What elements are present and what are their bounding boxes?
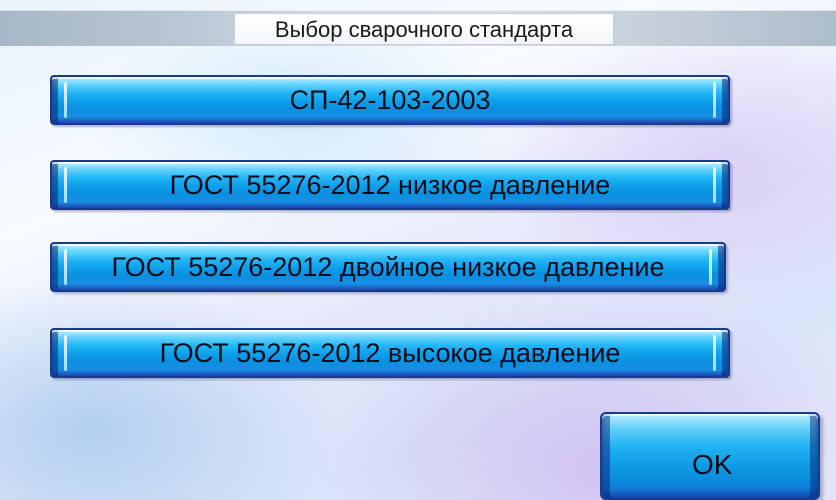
standard-button-label: СП-42-103-2003 (289, 84, 491, 115)
ok-button[interactable]: OK (600, 412, 820, 500)
standard-button-gost-high-pressure[interactable]: ГОСТ 55276-2012 высокое давление (50, 328, 730, 378)
standard-button-gost-double-low-pressure[interactable]: ГОСТ 55276-2012 двойное низкое давление (50, 242, 726, 292)
standard-button-label: ГОСТ 55276-2012 двойное низкое давление (111, 251, 665, 282)
standard-button-gost-low-pressure[interactable]: ГОСТ 55276-2012 низкое давление (50, 160, 730, 210)
dialog-title: Выбор сварочного стандарта (234, 13, 614, 45)
standard-button-sp-42-103-2003[interactable]: СП-42-103-2003 (50, 75, 730, 125)
standard-button-label: ГОСТ 55276-2012 высокое давление (159, 337, 621, 368)
standard-button-label: ГОСТ 55276-2012 низкое давление (169, 169, 611, 200)
ok-button-label: OK (692, 449, 733, 480)
